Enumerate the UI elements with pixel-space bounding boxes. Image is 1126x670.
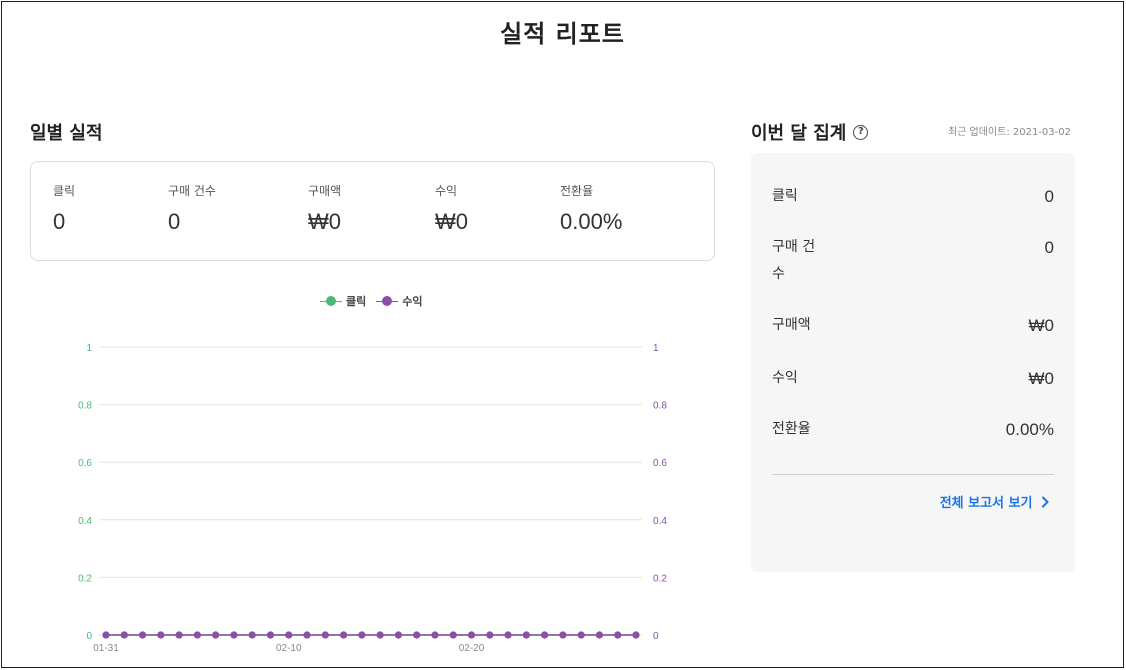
y-tick-left: 1	[86, 343, 92, 354]
legend-swatch-revenue	[376, 295, 399, 307]
last-updated: 최근 업데이트: 2021-03-02	[947, 127, 1071, 138]
data-point-revenue	[175, 631, 183, 639]
y-tick-left: 0.2	[78, 573, 92, 584]
stat-purchases: 구매 건수 0	[168, 182, 216, 235]
stat-value: ₩0	[435, 209, 468, 234]
y-tick-left: 0.4	[78, 516, 92, 527]
daily-section-title: 일별 실적	[30, 123, 103, 144]
legend-item-revenue[interactable]: 수익	[376, 293, 423, 309]
monthly-section-title: 이번 달 집계	[751, 123, 847, 144]
x-tick: 01-31	[93, 643, 119, 654]
data-point-revenue	[559, 631, 567, 639]
summary-label: 수익	[772, 370, 798, 386]
monthly-header: 이번 달 집계 ?	[751, 119, 869, 145]
data-point-revenue	[577, 631, 585, 639]
data-point-revenue	[541, 631, 549, 639]
data-point-revenue	[504, 631, 512, 639]
data-point-revenue	[339, 631, 348, 639]
data-point-revenue	[266, 631, 275, 639]
page-title: 실적 리포트	[500, 20, 625, 48]
summary-value: 0.00%	[1005, 420, 1054, 439]
daily-stats-card: 클릭 0 구매 건수 0 구매액 ₩0 수익 ₩0 전환율 0.00%	[30, 161, 715, 261]
stat-label: 구매액	[308, 184, 342, 198]
y-tick-left: 0.6	[78, 458, 92, 469]
legend-swatch-clicks	[320, 295, 342, 307]
summary-value: 0	[1044, 187, 1054, 206]
data-point-revenue	[376, 631, 384, 639]
stat-revenue: 수익 ₩0	[435, 182, 468, 235]
data-point-revenue	[595, 631, 604, 639]
question-circle-icon[interactable]: ?	[853, 124, 869, 140]
data-point-revenue	[467, 631, 476, 639]
data-point-revenue	[138, 631, 147, 639]
data-point-revenue	[449, 631, 457, 639]
y-tick-right: 1	[653, 343, 659, 354]
chart-legend: 클릭 수익	[320, 293, 433, 309]
panel-divider	[772, 474, 1054, 475]
summary-value: 0	[1044, 238, 1054, 257]
data-point-revenue	[358, 631, 366, 639]
stat-label: 전환율	[560, 184, 594, 198]
data-point-revenue	[248, 631, 256, 639]
full-report-link[interactable]: 전체 보고서 보기	[940, 492, 1050, 511]
stat-label: 클릭	[53, 184, 76, 198]
summary-label: 구매액	[772, 317, 811, 333]
y-tick-right: 0.8	[653, 401, 667, 412]
stat-label: 수익	[435, 184, 458, 198]
data-point-revenue	[102, 631, 110, 639]
data-point-revenue	[413, 631, 421, 639]
full-report-link-label: 전체 보고서 보기	[939, 496, 1033, 511]
y-tick-right: 0.6	[653, 458, 667, 469]
data-point-revenue	[193, 631, 201, 639]
summary-value: ₩0	[1028, 316, 1055, 335]
data-point-revenue	[632, 631, 640, 639]
stat-clicks: 클릭 0	[53, 182, 75, 235]
data-point-revenue	[230, 631, 238, 639]
y-tick-right: 0	[653, 631, 659, 642]
stat-purchase-amount: 구매액 ₩0	[308, 182, 341, 235]
data-point-revenue	[431, 631, 439, 639]
x-tick: 02-20	[459, 643, 485, 654]
data-point-revenue	[614, 631, 622, 639]
data-point-revenue	[212, 631, 220, 639]
chevron-right-icon	[1042, 496, 1049, 508]
data-point-revenue	[321, 631, 329, 639]
y-tick-right: 0.2	[653, 573, 667, 584]
x-tick: 02-10	[276, 643, 302, 654]
summary-label: 클릭	[772, 188, 798, 204]
legend-item-clicks[interactable]: 클릭	[320, 293, 366, 309]
monthly-summary-panel: 클릭 0 구매 건수 0 구매액 ₩0 수익 ₩0 전환율 0.00% 전체 보…	[751, 153, 1075, 572]
data-point-revenue	[394, 631, 403, 639]
data-point-revenue	[157, 631, 165, 639]
data-point-revenue	[486, 631, 494, 639]
data-point-revenue	[120, 631, 128, 639]
data-point-revenue	[303, 631, 311, 639]
legend-label: 수익	[402, 295, 423, 308]
stat-value: 0	[53, 209, 66, 234]
data-point-revenue	[285, 631, 293, 639]
summary-value: ₩0	[1028, 369, 1055, 388]
daily-line-chart: 0 0 0.2 0.2 0.4 0.4 0.6 0.6 0.8 0.8 1 1 01-31 02-10 02…	[78, 343, 667, 654]
data-point-revenue	[522, 631, 530, 639]
stat-value: ₩0	[308, 209, 341, 234]
y-tick-left: 0	[86, 631, 92, 642]
summary-label: 구매 건수	[772, 239, 816, 282]
summary-label: 전환율	[772, 421, 811, 437]
stat-conversion: 전환율 0.00%	[560, 182, 622, 235]
y-tick-left: 0.8	[78, 401, 92, 412]
report-window: 실적 리포트 일별 실적 클릭 0 구매 건수 0 구매액 ₩0 수익 ₩0 전…	[1, 1, 1124, 668]
y-tick-right: 0.4	[653, 516, 667, 527]
stat-value: 0.00%	[560, 209, 623, 234]
stat-value: 0	[168, 209, 181, 234]
stat-label: 구매 건수	[168, 184, 216, 198]
legend-label: 클릭	[346, 295, 367, 308]
